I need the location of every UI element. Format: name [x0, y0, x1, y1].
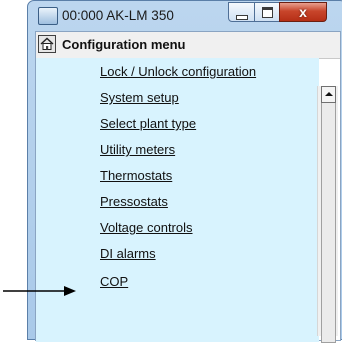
- menu-item-select-plant[interactable]: Select plant type: [100, 116, 196, 131]
- app-icon[interactable]: [38, 7, 58, 25]
- menu-item-pressostats[interactable]: Pressostats: [100, 194, 168, 209]
- menu-title: Configuration menu: [62, 37, 186, 52]
- menu-list: Lock / Unlock configuration System setup…: [36, 58, 319, 342]
- maximize-icon: [255, 3, 279, 23]
- menu-item-cop[interactable]: COP: [100, 274, 128, 289]
- minimize-icon: [229, 6, 254, 25]
- menu-item-lock-unlock[interactable]: Lock / Unlock configuration: [100, 64, 256, 79]
- close-icon: x: [299, 4, 307, 20]
- title-bar[interactable]: 00:000 AK-LM 350 x: [28, 1, 342, 31]
- minimize-button[interactable]: [228, 2, 255, 22]
- scrollbar[interactable]: [317, 86, 338, 343]
- menu-item-utility-meters[interactable]: Utility meters: [100, 142, 175, 157]
- menu-item-thermostats[interactable]: Thermostats: [100, 168, 172, 183]
- close-button[interactable]: x: [279, 2, 327, 22]
- menu-item-voltage-controls[interactable]: Voltage controls: [100, 220, 193, 235]
- client-area: Configuration menu Lock / Unlock configu…: [35, 31, 341, 342]
- maximize-button[interactable]: [254, 2, 280, 22]
- menu-item-di-alarms[interactable]: DI alarms: [100, 246, 156, 261]
- arrow-icon: [3, 286, 76, 296]
- scroll-up-button[interactable]: [321, 86, 336, 103]
- scroll-up-icon: [325, 92, 333, 96]
- window-title: 00:000 AK-LM 350: [62, 8, 174, 23]
- home-icon[interactable]: [38, 35, 56, 53]
- scroll-track[interactable]: [321, 103, 336, 343]
- menu-item-system-setup[interactable]: System setup: [100, 90, 179, 105]
- menu-header: Configuration menu: [36, 32, 340, 59]
